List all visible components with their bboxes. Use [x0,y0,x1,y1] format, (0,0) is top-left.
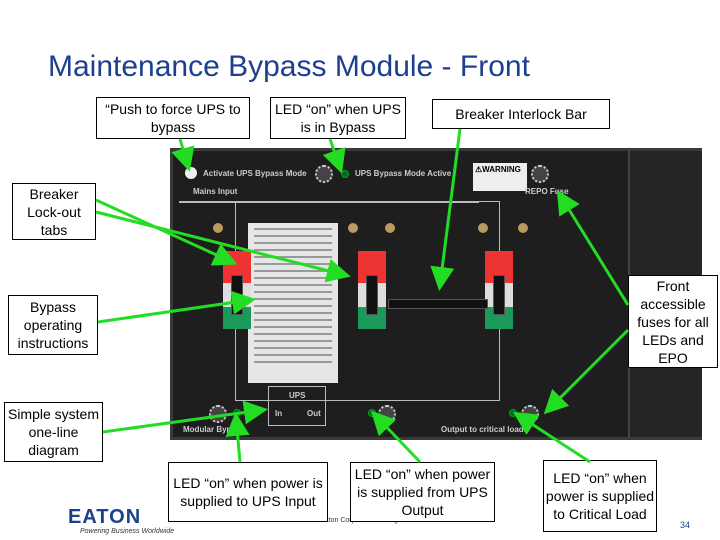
slide-title: Maintenance Bypass Module - Front [48,50,530,83]
callout-push-bypass: “Push to force UPS to bypass [96,97,250,139]
callout-instructions: Bypass operating instructions [8,295,98,355]
bypass-led [341,170,349,178]
eaton-logo: EATON [68,506,142,528]
breaker-mains-input [223,251,251,329]
callout-lockout-tabs: Breaker Lock-out tabs [12,183,96,240]
panel-label: REPO Fuse [525,187,569,196]
bypass-module-photo: Activate UPS Bypass Mode UPS Bypass Mode… [170,148,702,440]
callout-led-output: LED “on” when power is supplied from UPS… [350,462,495,522]
panel-label: Output to critical loads [441,425,529,434]
breaker-bypass [485,251,513,329]
breaker-ups-output [358,251,386,329]
page-number: 34 [680,520,691,530]
callout-one-line: Simple system one-line diagram [4,402,103,462]
panel-label: In [275,409,283,418]
panel-label: Activate UPS Bypass Mode [203,169,307,178]
callout-led-bypass: LED “on” when UPS is in Bypass [270,97,406,139]
interlock-bar [388,299,488,309]
fuse-knob [315,165,333,183]
panel-label: UPS Bypass Mode Active [355,169,452,178]
bypass-push-button [185,167,197,179]
logo-tagline: Powering Business Worldwide [80,528,175,535]
repo-fuse-knob [531,165,549,183]
callout-fuses: Front accessible fuses for all LEDs and … [628,275,718,368]
callout-led-load: LED “on” when power is supplied to Criti… [543,460,657,532]
warning-label: ⚠WARNING [473,163,527,191]
callout-interlock-bar: Breaker Interlock Bar [432,99,610,129]
bypass-instructions-placard [248,223,338,383]
panel-label: Mains Input [193,187,238,196]
panel-label: Out [307,409,321,418]
panel-label: Modular Bypass [183,425,245,434]
callout-led-input: LED “on” when power is supplied to UPS I… [168,462,328,522]
panel-label: UPS [289,391,306,400]
